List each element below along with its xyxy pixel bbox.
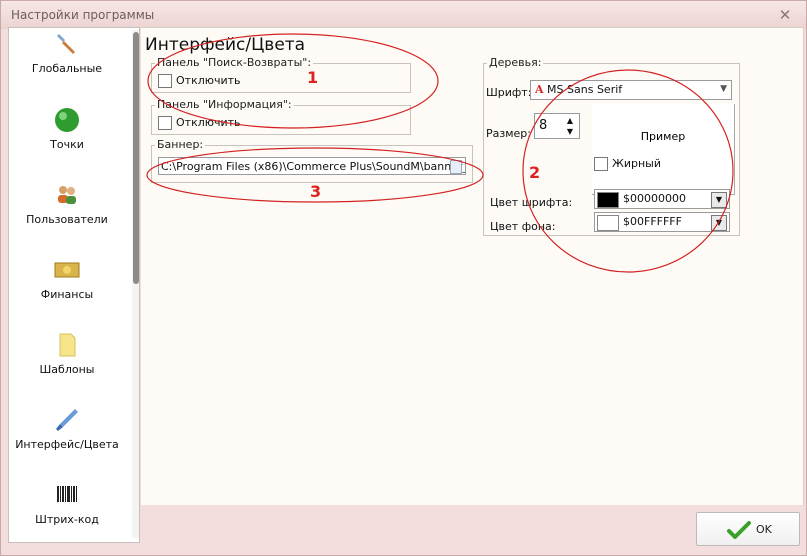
- info-panel-group: Панель "Информация": Отключить: [151, 98, 411, 135]
- close-icon[interactable]: ✕: [776, 6, 794, 24]
- search-returns-disable-label: Отключить: [176, 74, 241, 87]
- banner-path-value: C:\Program Files (x86)\Commerce Plus\Sou…: [161, 160, 466, 173]
- settings-window: Настройки программы ✕ Глобальные Точки П…: [0, 0, 807, 556]
- info-panel-label: Панель "Информация":: [155, 98, 294, 111]
- sidebar-item-label: Пользователи: [26, 213, 108, 226]
- sidebar-item-interface-colors[interactable]: Интерфейс/Цвета: [9, 400, 125, 470]
- brush-icon: [56, 409, 78, 431]
- trees-group: Деревья: Шрифт: A MS Sans Serif ▼ Размер…: [483, 56, 740, 236]
- title-bar: Настройки программы ✕: [1, 1, 806, 29]
- document-icon: [59, 333, 76, 357]
- chevron-down-icon: ▼: [720, 84, 727, 94]
- sidebar-item-templates[interactable]: Шаблоны: [9, 325, 125, 395]
- bg-color-swatch: [597, 215, 619, 231]
- dialog-footer: OK: [141, 505, 803, 553]
- sidebar-item-label: Глобальные: [31, 62, 103, 75]
- bg-color-select[interactable]: $00FFFFFF ▼: [594, 212, 730, 232]
- sidebar-item-label: Финансы: [40, 288, 94, 301]
- chevron-down-icon: ▼: [711, 192, 727, 208]
- spinner-arrows-icon[interactable]: ▲ ▼: [567, 115, 573, 137]
- annotation-number-1: 1: [307, 68, 319, 87]
- annotation-number-2: 2: [529, 163, 541, 182]
- chevron-down-icon: ▼: [711, 215, 727, 231]
- barcode-icon: [57, 486, 77, 502]
- checkmark-icon: [727, 521, 751, 539]
- banner-path-input[interactable]: C:\Program Files (x86)\Commerce Plus\Sou…: [158, 157, 466, 175]
- bold-checkbox[interactable]: [594, 157, 608, 171]
- bg-color-value: $00FFFFFF: [623, 215, 682, 228]
- browse-file-button[interactable]: [450, 160, 462, 174]
- money-icon: [54, 262, 80, 278]
- sidebar-item-finance[interactable]: Финансы: [9, 250, 125, 320]
- globe-icon: [55, 108, 79, 132]
- font-color-label: Цвет шрифта:: [490, 196, 573, 209]
- ok-label: OK: [756, 523, 772, 536]
- font-a-icon: A: [535, 83, 544, 96]
- sidebar-item-points[interactable]: Точки: [9, 100, 125, 170]
- sidebar-item-label: Штрих-код: [35, 513, 99, 526]
- banner-group: Баннер: C:\Program Files (x86)\Commerce …: [151, 138, 473, 183]
- font-color-value: $00000000: [623, 192, 686, 205]
- annotation-number-3: 3: [310, 182, 322, 201]
- info-panel-disable-checkbox[interactable]: [158, 116, 172, 130]
- size-spinner[interactable]: 8 ▲ ▼: [534, 113, 580, 139]
- sidebar-item-label: Шаблоны: [39, 363, 95, 376]
- sample-label: Пример: [640, 130, 686, 143]
- info-panel-disable-label: Отключить: [176, 116, 241, 129]
- font-color-swatch: [597, 192, 619, 208]
- wrench-icon: [57, 34, 75, 54]
- sidebar: Глобальные Точки Пользователи Финансы Ша…: [8, 27, 140, 543]
- font-label: Шрифт:: [486, 86, 532, 99]
- sidebar-item-barcode[interactable]: Штрих-код: [9, 475, 125, 542]
- sidebar-item-label: Интерфейс/Цвета: [15, 438, 119, 451]
- font-color-select[interactable]: $00000000 ▼: [594, 189, 730, 209]
- search-returns-disable-checkbox[interactable]: [158, 74, 172, 88]
- sidebar-item-global[interactable]: Глобальные: [9, 28, 125, 94]
- sidebar-item-label: Точки: [50, 138, 84, 151]
- search-returns-group: Панель "Поиск-Возвраты": Отключить: [151, 56, 411, 93]
- sidebar-scrollbar[interactable]: [132, 30, 139, 538]
- ok-button[interactable]: OK: [696, 512, 800, 546]
- window-title: Настройки программы: [11, 8, 155, 22]
- trees-label: Деревья:: [487, 56, 544, 69]
- settings-content: Интерфейс/Цвета Панель "Поиск-Возвраты":…: [141, 27, 804, 506]
- font-sample-preview: Пример: [592, 104, 735, 195]
- bg-color-label: Цвет фона:: [490, 220, 556, 233]
- scrollbar-thumb[interactable]: [133, 32, 139, 284]
- size-label: Размер:: [486, 127, 531, 140]
- page-title: Интерфейс/Цвета: [145, 35, 306, 55]
- sidebar-item-users[interactable]: Пользователи: [9, 175, 125, 245]
- font-value: MS Sans Serif: [547, 83, 623, 96]
- search-returns-label: Панель "Поиск-Возвраты":: [155, 56, 314, 69]
- bold-label: Жирный: [612, 157, 662, 170]
- size-value: 8: [539, 118, 548, 133]
- users-icon: [58, 186, 76, 204]
- font-select[interactable]: A MS Sans Serif ▼: [530, 80, 732, 100]
- banner-label: Баннер:: [155, 138, 206, 151]
